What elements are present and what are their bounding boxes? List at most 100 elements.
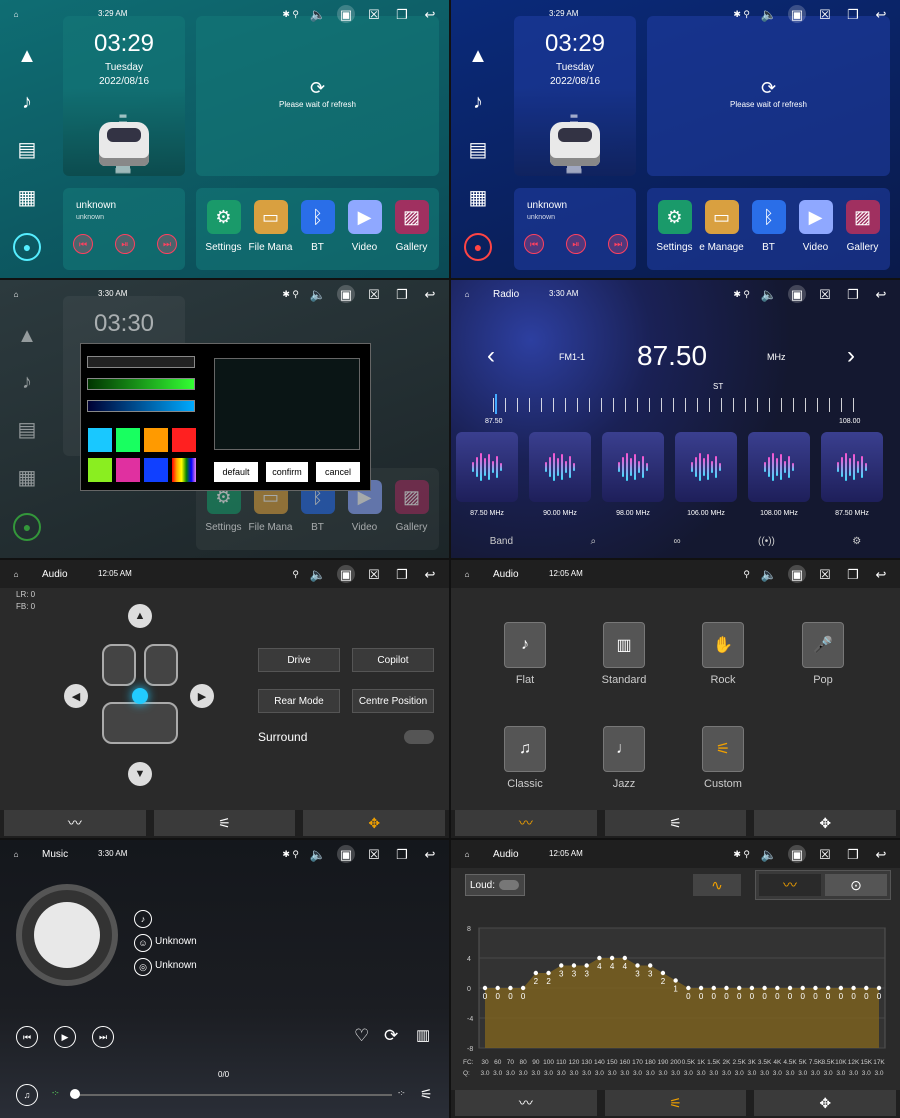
home-icon[interactable]: ⌂: [8, 287, 24, 301]
apps-icon[interactable]: ▦: [469, 185, 488, 210]
back-icon[interactable]: ↩: [872, 285, 890, 303]
tab-presets[interactable]: ⚟: [604, 810, 747, 836]
cancel-button[interactable]: cancel: [316, 462, 360, 482]
eq-band-point[interactable]: [762, 985, 767, 991]
preset-4[interactable]: [675, 432, 737, 502]
loud-toggle[interactable]: Loud:: [465, 874, 525, 896]
app-file-manager[interactable]: ▭ e Manage: [699, 200, 745, 270]
multi-window-icon[interactable]: ❐: [844, 565, 862, 583]
eq-band-point[interactable]: [838, 985, 844, 991]
eq-band-point[interactable]: [508, 985, 513, 991]
eq-band-point[interactable]: [736, 985, 742, 991]
close-window-icon[interactable]: ☒: [816, 285, 834, 303]
close-window-icon[interactable]: ☒: [365, 5, 383, 23]
app-gallery[interactable]: ▨ Gallery: [840, 200, 886, 270]
play-icon[interactable]: ▶: [54, 1026, 76, 1048]
balance-point[interactable]: [132, 688, 148, 704]
home-icon[interactable]: ⌂: [459, 287, 475, 301]
app-bt[interactable]: ᛒ BT: [295, 200, 341, 270]
multi-window-icon[interactable]: ❐: [393, 285, 411, 303]
brightness-slider[interactable]: [87, 356, 195, 368]
color-swatch-magenta[interactable]: [116, 458, 140, 482]
multi-window-icon[interactable]: ❐: [393, 565, 411, 583]
volume-icon[interactable]: 🔈: [309, 845, 327, 863]
band-button[interactable]: Band: [490, 536, 513, 547]
eq-band-point[interactable]: [482, 985, 488, 991]
eq-band-point[interactable]: [749, 985, 755, 991]
volume-icon[interactable]: 🔈: [760, 5, 778, 23]
clock-widget[interactable]: 03:29 Tuesday 2022/08/16: [63, 16, 185, 176]
app-video[interactable]: ▶ Video: [793, 200, 839, 270]
loop-icon[interactable]: ∞: [673, 536, 680, 547]
prev-icon[interactable]: ⏮: [524, 234, 544, 254]
settings-icon[interactable]: ⚙: [852, 536, 861, 547]
tab-presets[interactable]: ⚟: [604, 1090, 747, 1116]
eq-band-point[interactable]: [686, 985, 691, 991]
screenshot-icon[interactable]: ▣: [337, 285, 355, 303]
music-widget[interactable]: unknown unknown ⏮ ⏯ ⏭: [514, 188, 636, 270]
eq-band-point[interactable]: [673, 978, 678, 983]
screenshot-icon[interactable]: ▣: [788, 5, 806, 23]
play-pause-icon[interactable]: ⏯: [115, 234, 135, 254]
jazz-icon[interactable]: ♩: [603, 726, 645, 772]
screenshot-icon[interactable]: ▣: [337, 845, 355, 863]
playlist-icon[interactable]: ♫: [16, 1084, 38, 1106]
eq-band-point[interactable]: [559, 963, 564, 968]
theme-drop-icon[interactable]: ●: [13, 512, 41, 541]
music-note-icon[interactable]: ♪: [22, 371, 32, 394]
multi-window-icon[interactable]: ❐: [844, 845, 862, 863]
volume-icon[interactable]: 🔈: [760, 845, 778, 863]
wave-mode-icon[interactable]: 〰: [759, 874, 821, 896]
eq-band-point[interactable]: [495, 985, 500, 991]
app-video[interactable]: ▶ Video: [342, 200, 388, 270]
app-gallery[interactable]: ▨ Gallery: [389, 480, 435, 550]
next-station-icon[interactable]: ›: [847, 342, 855, 370]
play-pause-icon[interactable]: ⏯: [566, 234, 586, 254]
app-bt[interactable]: ᛒ BT: [746, 200, 792, 270]
preset-1[interactable]: [456, 432, 518, 502]
color-swatch-orange[interactable]: [144, 428, 168, 452]
default-button[interactable]: default: [214, 462, 258, 482]
close-window-icon[interactable]: ☒: [365, 285, 383, 303]
rock-icon[interactable]: ✋: [702, 622, 744, 668]
next-icon[interactable]: ⏭: [157, 234, 177, 254]
close-window-icon[interactable]: ☒: [816, 845, 834, 863]
preset-3[interactable]: [602, 432, 664, 502]
home-icon[interactable]: ⌂: [8, 567, 24, 581]
color-swatch-cyan[interactable]: [88, 428, 112, 452]
close-window-icon[interactable]: ☒: [365, 565, 383, 583]
eq-band-point[interactable]: [648, 963, 653, 968]
tab-eq-wave[interactable]: 〰: [455, 810, 597, 836]
navigation-icon[interactable]: ▲: [17, 45, 37, 68]
tab-balance[interactable]: ✥: [303, 810, 446, 836]
home-icon[interactable]: ⌂: [8, 847, 24, 861]
tab-balance[interactable]: ✥: [754, 1090, 897, 1116]
favorite-icon[interactable]: ♡: [354, 1026, 369, 1046]
color-swatch-rainbow[interactable]: [172, 458, 196, 482]
back-icon[interactable]: ↩: [872, 5, 890, 23]
eq-band-point[interactable]: [546, 970, 551, 976]
back-icon[interactable]: ↩: [421, 845, 439, 863]
progress-thumb[interactable]: [70, 1089, 80, 1099]
close-window-icon[interactable]: ☒: [365, 845, 383, 863]
prev-icon[interactable]: ⏮: [73, 234, 93, 254]
equalizer-icon[interactable]: ▥: [416, 1026, 430, 1044]
volume-icon[interactable]: 🔈: [309, 5, 327, 23]
close-window-icon[interactable]: ☒: [816, 565, 834, 583]
close-window-icon[interactable]: ☒: [816, 5, 834, 23]
multi-window-icon[interactable]: ❐: [844, 5, 862, 23]
centre-position-button[interactable]: Centre Position: [352, 689, 434, 713]
volume-icon[interactable]: 🔈: [760, 565, 778, 583]
volume-icon[interactable]: 🔈: [309, 565, 327, 583]
eq-band-point[interactable]: [825, 985, 831, 991]
rear-mode-button[interactable]: Rear Mode: [258, 689, 340, 713]
eq-band-point[interactable]: [787, 985, 793, 991]
volume-icon[interactable]: 🔈: [309, 285, 327, 303]
clock-widget[interactable]: 03:29 Tuesday 2022/08/16: [514, 16, 636, 176]
copilot-button[interactable]: Copilot: [352, 648, 434, 672]
screenshot-icon[interactable]: ▣: [788, 845, 806, 863]
volume-icon[interactable]: 🔈: [760, 285, 778, 303]
arrow-right-icon[interactable]: ▶: [190, 684, 214, 708]
eq-band-point[interactable]: [609, 955, 615, 961]
music-note-icon[interactable]: ♪: [22, 91, 32, 114]
